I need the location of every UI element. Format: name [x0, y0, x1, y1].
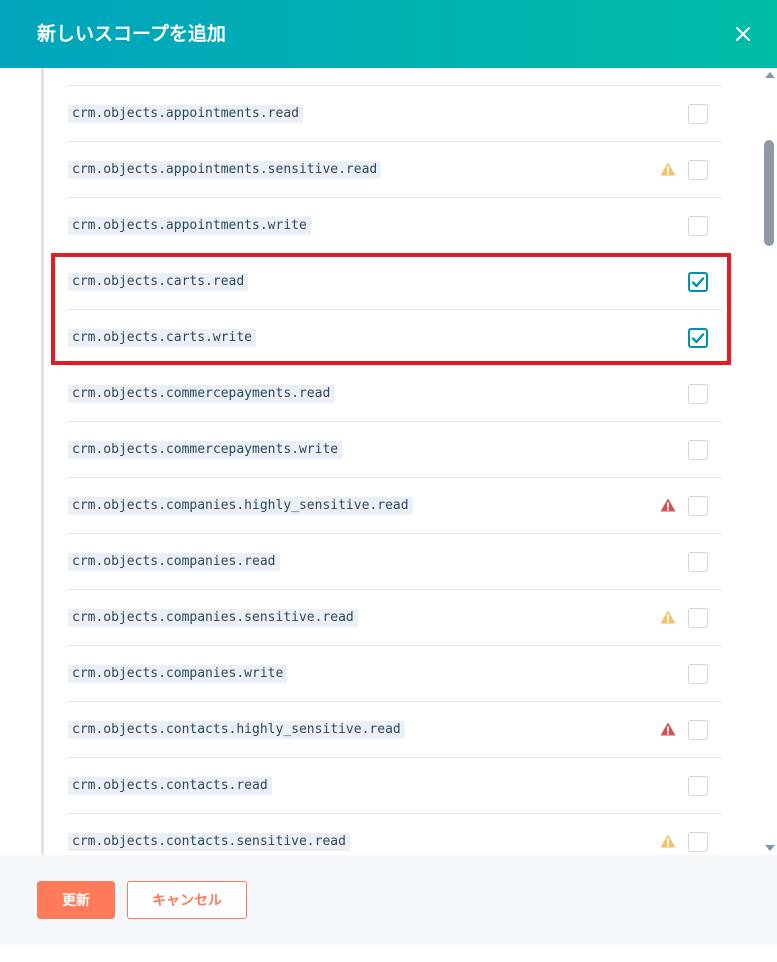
modal-title: 新しいスコープを追加 [37, 23, 226, 45]
scope-checkbox[interactable] [688, 160, 708, 180]
scope-checkbox[interactable] [688, 720, 708, 740]
scope-checkbox[interactable] [688, 552, 708, 572]
scope-list-panel: crm.objects.appointments.read crm.objects… [0, 68, 777, 855]
scope-row[interactable]: crm.objects.companies.sensitive.read [68, 589, 722, 645]
modal-header: 新しいスコープを追加 [0, 0, 777, 68]
scope-row[interactable]: crm.objects.appointments.write [68, 197, 722, 253]
scope-checkbox[interactable] [688, 104, 708, 124]
scope-row[interactable]: crm.objects.commercepayments.read [68, 365, 722, 421]
warning-icon [660, 162, 676, 176]
scope-row[interactable]: crm.objects.companies.write [68, 645, 722, 701]
scope-name: crm.objects.contacts.sensitive.read [68, 833, 350, 851]
close-button[interactable] [729, 20, 757, 48]
scope-list: crm.objects.appointments.read crm.objects… [68, 85, 722, 855]
scope-name: crm.objects.companies.write [68, 665, 288, 683]
scope-name: crm.objects.appointments.read [68, 105, 303, 123]
scope-name: crm.objects.commercepayments.read [68, 385, 335, 403]
scope-checkbox[interactable] [688, 776, 708, 796]
scroll-down-arrow-icon[interactable] [765, 845, 775, 851]
alert-icon [660, 722, 676, 736]
scope-row[interactable]: crm.objects.appointments.read [68, 85, 722, 141]
scope-name: crm.objects.appointments.sensitive.read [68, 161, 382, 179]
scroll-up-arrow-icon[interactable] [765, 72, 775, 78]
warning-icon [660, 834, 676, 848]
scope-checkbox[interactable] [688, 216, 708, 236]
update-button[interactable]: 更新 [37, 881, 115, 919]
scope-checkbox[interactable] [688, 664, 708, 684]
alert-icon [660, 498, 676, 512]
scope-checkbox[interactable] [688, 440, 708, 460]
cancel-button[interactable]: キャンセル [127, 881, 247, 919]
close-icon [736, 27, 750, 41]
scope-name: crm.objects.contacts.highly_sensitive.re… [68, 721, 405, 739]
left-rule [41, 68, 44, 855]
scope-checkbox[interactable] [688, 832, 708, 852]
scrollbar[interactable] [761, 68, 777, 855]
modal-footer: 更新 キャンセル [0, 855, 777, 945]
scope-row[interactable]: crm.objects.appointments.sensitive.read [68, 141, 722, 197]
scope-row[interactable]: crm.objects.contacts.read [68, 757, 722, 813]
scope-checkbox[interactable] [688, 608, 708, 628]
scope-name: crm.objects.companies.highly_sensitive.r… [68, 497, 413, 515]
scope-row[interactable]: crm.objects.contacts.sensitive.read [68, 813, 722, 855]
scope-checkbox[interactable] [688, 384, 708, 404]
scope-name: crm.objects.companies.sensitive.read [68, 609, 358, 627]
scope-name: crm.objects.commercepayments.write [68, 441, 343, 459]
scope-row[interactable]: crm.objects.companies.read [68, 533, 722, 589]
scope-checkbox[interactable] [688, 496, 708, 516]
highlight-box [51, 253, 731, 365]
scope-row[interactable]: crm.objects.commercepayments.write [68, 421, 722, 477]
scope-name: crm.objects.companies.read [68, 553, 280, 571]
scope-row[interactable]: crm.objects.companies.highly_sensitive.r… [68, 477, 722, 533]
warning-icon [660, 610, 676, 624]
scope-name: crm.objects.appointments.write [68, 217, 311, 235]
scrollbar-thumb[interactable] [764, 140, 774, 246]
scope-name: crm.objects.contacts.read [68, 777, 272, 795]
scope-row[interactable]: crm.objects.contacts.highly_sensitive.re… [68, 701, 722, 757]
